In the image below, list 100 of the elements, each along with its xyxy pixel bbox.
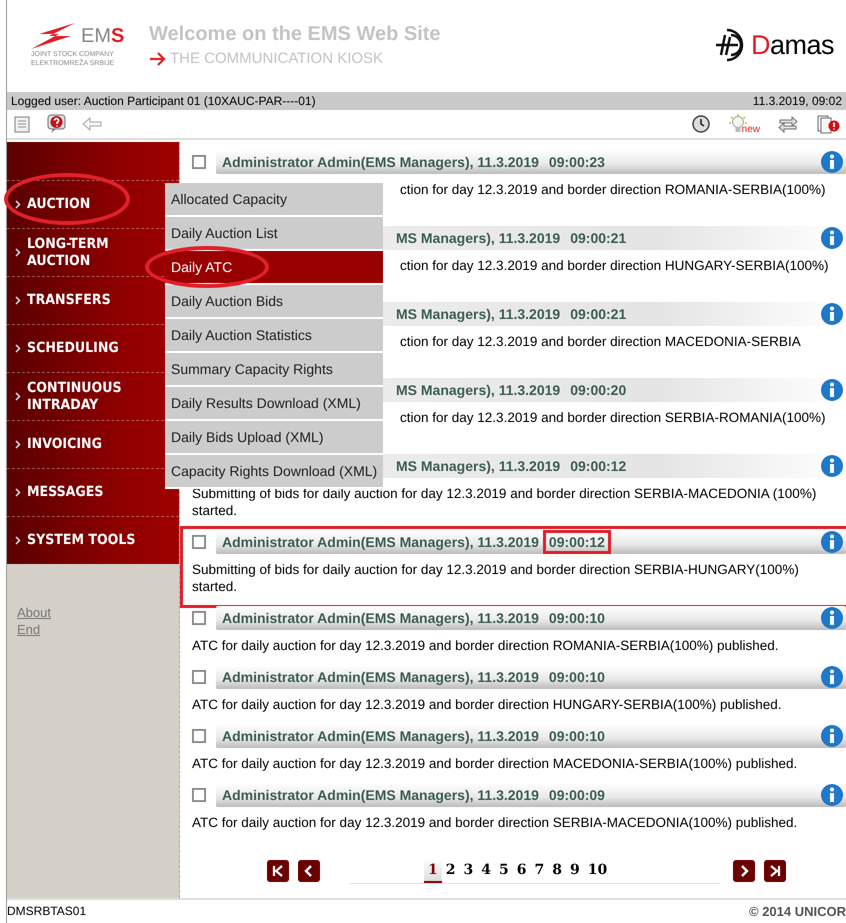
- sidebar-item[interactable]: SCHEDULING: [7, 340, 165, 357]
- checkbox[interactable]: [192, 155, 206, 169]
- page-link[interactable]: 4: [477, 858, 495, 880]
- message-text: ction for day 12.3.2019 and border direction SERBIA-ROMANIA(100%): [400, 409, 826, 427]
- company-logo-text: EMS: [81, 24, 124, 48]
- message-sender: Administrator Admin(EMS Managers), 11.3.2019: [222, 534, 539, 550]
- menu-item[interactable]: Daily Auction Statistics: [165, 319, 383, 351]
- menu-item[interactable]: Summary Capacity Rights: [165, 353, 383, 385]
- chevron-icon: [15, 344, 21, 353]
- previous-page-button[interactable]: [298, 860, 320, 882]
- message-text: ATC for daily auction for day 12.3.2019 and border direction MACEDONIA-SERBIA(100%) published.: [192, 755, 798, 773]
- message-text: ction for day 12.3.2019 and border direction MACEDONIA-SERBIA: [400, 333, 802, 351]
- lightning-logo-icon: [29, 22, 77, 50]
- chevron-icon: [15, 296, 21, 305]
- page-link[interactable]: 5: [495, 858, 513, 880]
- info-icon[interactable]: [820, 454, 844, 478]
- next-page-button[interactable]: [733, 860, 755, 882]
- checkbox[interactable]: [192, 535, 206, 549]
- checkbox[interactable]: [192, 611, 206, 625]
- last-page-button[interactable]: [764, 860, 786, 882]
- product-logo-text: Damas: [750, 30, 834, 60]
- chevron-icon: [15, 536, 21, 545]
- first-page-icon: [272, 865, 284, 877]
- chevron-icon: [15, 488, 21, 497]
- checkbox[interactable]: [192, 729, 206, 743]
- sidebar-item[interactable]: LONG-TERM AUCTION: [7, 236, 165, 270]
- message-sender: MS Managers), 11.3.2019: [396, 458, 560, 474]
- page-link[interactable]: 3: [460, 858, 478, 880]
- message-sender: MS Managers), 11.3.2019: [396, 230, 560, 246]
- sidebar-item[interactable]: AUCTION: [7, 196, 165, 213]
- message-sender: Administrator Admin(EMS Managers), 11.3.2019: [222, 728, 539, 744]
- message-time: 09:00:09: [548, 786, 606, 805]
- info-icon[interactable]: [820, 150, 844, 174]
- sidebar-item[interactable]: INVOICING: [7, 436, 165, 453]
- message-text: Submitting of bids for daily auction for day 12.3.2019 and border direction SERBIA-MACEDONIA (100%) started.: [192, 485, 818, 520]
- menu-item[interactable]: Daily Auction List: [165, 217, 383, 249]
- documents-alert-icon[interactable]: [816, 114, 840, 134]
- info-icon[interactable]: [820, 378, 844, 402]
- info-icon[interactable]: [820, 724, 844, 748]
- chevron-right-icon: [738, 865, 750, 877]
- sidebar-item[interactable]: MESSAGES: [7, 484, 165, 501]
- page-link[interactable]: 1: [424, 858, 442, 882]
- chevron-left-icon: [303, 865, 315, 877]
- sidebar-item[interactable]: TRANSFERS: [7, 292, 165, 309]
- message-time: 09:00:10: [548, 727, 606, 746]
- info-icon[interactable]: [820, 530, 844, 554]
- page-link[interactable]: 6: [512, 858, 530, 880]
- message-time: 09:00:21: [569, 229, 628, 248]
- info-icon[interactable]: [820, 606, 844, 630]
- message-sender: Administrator Admin(EMS Managers), 11.3.2019: [222, 669, 539, 685]
- checkbox[interactable]: [192, 788, 206, 802]
- message-text: ATC for daily auction for day 12.3.2019 and border direction SERBIA-MACEDONIA(100%) published.: [192, 814, 798, 832]
- message-sender: MS Managers), 11.3.2019: [396, 382, 560, 398]
- menu-item[interactable]: Allocated Capacity: [165, 183, 383, 215]
- message-sender: Administrator Admin(EMS Managers), 11.3.2019: [222, 610, 539, 626]
- help-icon[interactable]: [47, 114, 67, 134]
- clock-icon[interactable]: [692, 115, 710, 133]
- menu-item[interactable]: Capacity Rights Download (XML): [165, 455, 383, 487]
- first-page-button[interactable]: [267, 860, 289, 882]
- page-link[interactable]: 9: [566, 858, 584, 880]
- chevron-icon: [15, 200, 21, 209]
- message-time: 09:00:20: [569, 381, 628, 400]
- server-name: DMSRBTAS01: [7, 904, 86, 918]
- exchange-arrows-icon[interactable]: [778, 115, 798, 133]
- page-link[interactable]: 7: [530, 858, 548, 880]
- message-time: 09:00:10: [548, 609, 606, 628]
- message-time: 09:00:12: [542, 530, 611, 554]
- site-title: Welcome on the EMS Web Site: [149, 23, 441, 46]
- sidebar-item[interactable]: CONTINUOUS INTRADAY: [7, 380, 165, 414]
- last-page-icon: [769, 865, 781, 877]
- chevron-icon: [15, 440, 21, 449]
- chevron-icon: [15, 248, 21, 257]
- page-link[interactable]: 10: [584, 858, 612, 880]
- menu-item[interactable]: Daily Results Download (XML): [165, 387, 383, 419]
- menu-item[interactable]: Daily ATC: [165, 251, 383, 283]
- message-text: ction for day 12.3.2019 and border direction ROMANIA-SERBIA(100%): [400, 181, 826, 199]
- info-icon[interactable]: [820, 226, 844, 250]
- message-time: 09:00:12: [569, 457, 628, 476]
- message-time: 09:00:21: [569, 305, 628, 324]
- sidebar-item[interactable]: SYSTEM TOOLS: [7, 532, 165, 549]
- message-time: 09:00:10: [548, 668, 606, 687]
- message-sender: Administrator Admin(EMS Managers), 11.3.2019: [222, 154, 539, 170]
- menu-item[interactable]: Daily Bids Upload (XML): [165, 421, 383, 453]
- logged-user: Logged user: Auction Participant 01 (10XAUC-PAR----01): [11, 94, 316, 108]
- date-time: 11.3.2019, 09:02: [752, 94, 842, 108]
- info-icon[interactable]: [820, 302, 844, 326]
- message-text: Submitting of bids for daily auction for day 12.3.2019 and border direction SERBIA-HUNGARY(100%) started.: [192, 561, 800, 596]
- back-arrow-icon[interactable]: [81, 116, 103, 132]
- info-icon[interactable]: [820, 665, 844, 689]
- site-subtitle: THE COMMUNICATION KIOSK: [170, 50, 384, 67]
- message-time: 09:00:23: [548, 153, 606, 172]
- new-label: new: [742, 125, 760, 135]
- chevron-icon: [15, 392, 21, 401]
- message-sender: MS Managers), 11.3.2019: [396, 306, 560, 322]
- page-link[interactable]: 2: [442, 858, 460, 880]
- menu-item[interactable]: Daily Auction Bids: [165, 285, 383, 317]
- checkbox[interactable]: [192, 670, 206, 684]
- info-icon[interactable]: [820, 783, 844, 807]
- page-link[interactable]: 8: [548, 858, 566, 880]
- message-text: ATC for daily auction for day 12.3.2019 and border direction HUNGARY-SERBIA(100%) published.: [192, 696, 783, 714]
